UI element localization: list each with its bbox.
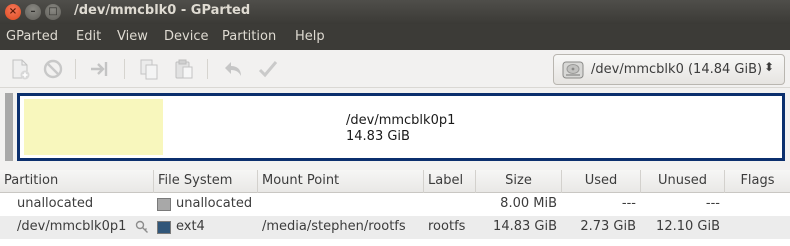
chevron-updown-icon: ⬍: [763, 60, 774, 74]
menu-partition[interactable]: Partition: [222, 29, 276, 44]
resize-move-button[interactable]: [88, 57, 112, 81]
partition-table: Partition File System Mount Point Label …: [0, 170, 790, 246]
column-header-mount-point[interactable]: Mount Point: [258, 170, 424, 193]
menu-help[interactable]: Help: [295, 29, 325, 44]
used-cell: ---: [621, 196, 636, 211]
new-partition-icon: [12, 59, 30, 80]
menu-edit[interactable]: Edit: [76, 29, 101, 44]
map-partition-name: /dev/mmcblk0p1: [346, 113, 456, 128]
filesystem-color-swatch: [157, 198, 171, 211]
filesystem-cell: unallocated: [176, 196, 253, 211]
column-header-label[interactable]: Label: [424, 170, 476, 193]
unused-cell: ---: [705, 196, 720, 211]
used-cell: 2.73 GiB: [580, 219, 636, 234]
title-bar: × – □ /dev/mmcblk0 - GParted: [0, 0, 790, 24]
filesystem-color-swatch: [157, 221, 171, 234]
partition-map-segment[interactable]: /dev/mmcblk0p1 14.83 GiB: [17, 93, 785, 161]
paste-button[interactable]: [172, 57, 196, 81]
mount-point-cell: /media/stephen/rootfs: [262, 219, 406, 234]
window-title: /dev/mmcblk0 - GParted: [74, 3, 251, 18]
device-label: /dev/mmcblk0 (14.84 GiB): [591, 62, 763, 77]
resize-move-icon: [91, 62, 108, 76]
column-header-size[interactable]: Size: [476, 170, 562, 193]
close-window-button[interactable]: ×: [5, 4, 21, 20]
toolbar-separator: [124, 59, 125, 79]
menu-bar: GParted Edit View Device Partition Help: [0, 24, 790, 50]
checkmark-icon: [258, 61, 278, 78]
column-header-unused[interactable]: Unused: [641, 170, 725, 193]
maximize-window-button[interactable]: □: [45, 4, 61, 20]
new-partition-button[interactable]: [8, 57, 32, 81]
hard-disk-icon: [562, 61, 584, 79]
partition-cell: /dev/mmcblk0p1: [17, 219, 127, 234]
table-header: Partition File System Mount Point Label …: [0, 170, 790, 193]
column-header-file-system[interactable]: File System: [154, 170, 258, 193]
menu-view[interactable]: View: [117, 29, 148, 44]
unused-cell: 12.10 GiB: [656, 219, 720, 234]
copy-icon: [140, 59, 158, 80]
delete-icon: [43, 59, 63, 79]
mounted-key-icon: [135, 220, 148, 233]
toolbar-separator: [75, 59, 76, 79]
toolbar-separator: [207, 59, 208, 79]
filesystem-cell: ext4: [176, 219, 205, 234]
used-space-bar: [24, 99, 163, 155]
undo-button[interactable]: [221, 57, 245, 81]
paste-icon: [175, 59, 193, 79]
size-cell: 8.00 MiB: [500, 196, 557, 211]
table-row[interactable]: /dev/mmcblk0p1 ext4 /media/stephen/rootf…: [0, 216, 790, 239]
menu-device[interactable]: Device: [164, 29, 208, 44]
minimize-window-button[interactable]: –: [25, 4, 41, 20]
copy-button[interactable]: [137, 57, 161, 81]
undo-icon: [225, 62, 241, 76]
column-header-partition[interactable]: Partition: [0, 170, 154, 193]
table-row[interactable]: unallocated unallocated 8.00 MiB --- ---: [0, 193, 790, 216]
size-cell: 14.83 GiB: [493, 219, 557, 234]
map-partition-size: 14.83 GiB: [346, 129, 410, 144]
column-header-flags[interactable]: Flags: [725, 170, 790, 193]
apply-button[interactable]: [256, 57, 280, 81]
device-selector[interactable]: /dev/mmcblk0 (14.84 GiB) ⬍: [553, 54, 785, 85]
unallocated-map-segment[interactable]: [5, 93, 13, 161]
delete-partition-button[interactable]: [41, 57, 65, 81]
column-header-used[interactable]: Used: [562, 170, 641, 193]
label-cell: rootfs: [428, 219, 466, 234]
menu-gparted[interactable]: GParted: [6, 29, 58, 44]
partition-cell: unallocated: [17, 196, 94, 211]
